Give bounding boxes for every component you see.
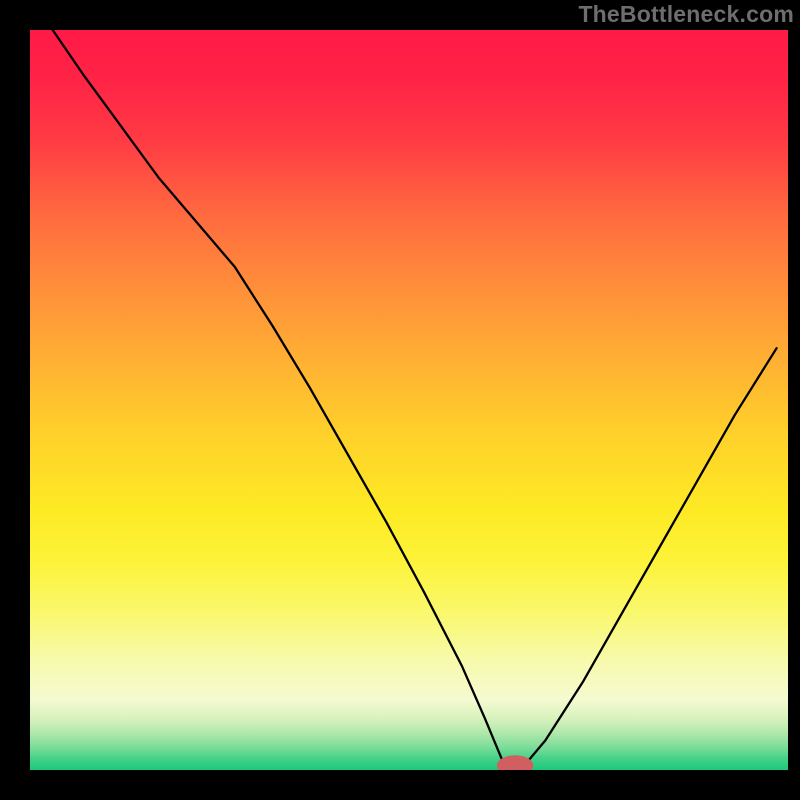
watermark-text: TheBottleneck.com xyxy=(578,1,794,28)
chart-container: TheBottleneck.com xyxy=(0,0,800,800)
chart-svg xyxy=(0,0,800,800)
